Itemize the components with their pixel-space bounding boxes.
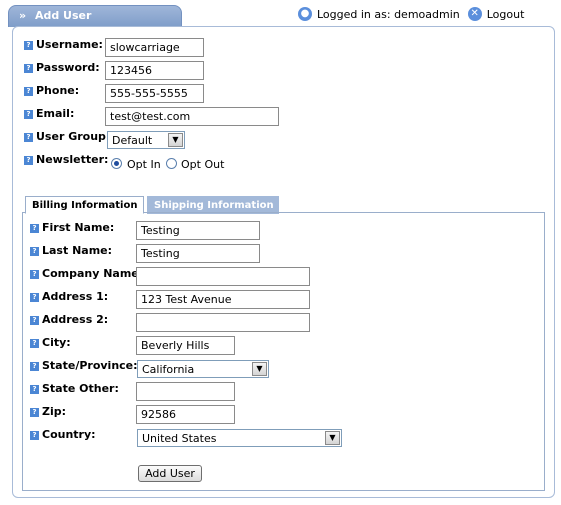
city-field[interactable]: Beverly Hills: [136, 336, 235, 355]
help-icon[interactable]: ?: [30, 316, 39, 325]
help-icon[interactable]: ?: [30, 224, 39, 233]
help-icon[interactable]: ?: [24, 156, 33, 165]
user-group-value: Default: [112, 134, 153, 147]
state-other-field[interactable]: [136, 382, 235, 401]
country-select[interactable]: United States ▼: [137, 429, 342, 447]
chevron-right-icon: »: [19, 9, 26, 22]
opt-in-label[interactable]: Opt In: [127, 158, 161, 171]
address2-field[interactable]: [136, 313, 310, 332]
newsletter-label: Newsletter:: [36, 153, 109, 166]
phone-field[interactable]: 555-555-5555: [105, 84, 204, 103]
help-icon[interactable]: ?: [24, 133, 33, 142]
help-icon[interactable]: ?: [24, 87, 33, 96]
help-icon[interactable]: ?: [30, 270, 39, 279]
help-icon[interactable]: ?: [30, 362, 39, 371]
help-icon[interactable]: ?: [30, 247, 39, 256]
help-icon[interactable]: ?: [24, 41, 33, 50]
logout-link[interactable]: Logout: [487, 8, 525, 21]
add-user-button[interactable]: Add User: [138, 465, 202, 482]
opt-out-radio[interactable]: [166, 158, 177, 169]
zip-label: Zip:: [42, 405, 67, 418]
company-name-field[interactable]: [136, 267, 310, 286]
close-icon[interactable]: ✕: [467, 7, 482, 21]
help-icon[interactable]: ?: [30, 431, 39, 440]
opt-out-label[interactable]: Opt Out: [181, 158, 224, 171]
state-other-label: State Other:: [42, 382, 119, 395]
password-label: Password:: [36, 61, 100, 74]
tab-billing[interactable]: Billing Information: [25, 196, 144, 214]
city-label: City:: [42, 336, 71, 349]
country-label: Country:: [42, 428, 96, 441]
password-field[interactable]: 123456: [105, 61, 204, 80]
help-icon[interactable]: ?: [30, 293, 39, 302]
user-group-label: User Group:: [36, 130, 111, 143]
help-icon[interactable]: ?: [30, 408, 39, 417]
opt-in-radio[interactable]: [111, 158, 122, 169]
first-name-field[interactable]: Testing: [136, 221, 260, 240]
state-select[interactable]: California ▼: [137, 360, 269, 378]
help-icon[interactable]: ?: [24, 110, 33, 119]
help-icon[interactable]: ?: [30, 385, 39, 394]
username-label: Username:: [36, 38, 103, 51]
country-value: United States: [142, 432, 217, 445]
user-group-select[interactable]: Default ▼: [107, 131, 185, 149]
username-field[interactable]: slowcarriage: [105, 38, 204, 57]
chevron-down-icon[interactable]: ▼: [252, 362, 267, 376]
address2-label: Address 2:: [42, 313, 109, 326]
state-value: California: [142, 363, 195, 376]
address1-field[interactable]: 123 Test Avenue: [136, 290, 310, 309]
last-name-field[interactable]: Testing: [136, 244, 260, 263]
user-icon: ●: [298, 7, 312, 21]
phone-label: Phone:: [36, 84, 80, 97]
user-status-bar: ● Logged in as: demoadmin ✕ Logout: [298, 6, 524, 22]
logged-in-text: Logged in as: demoadmin: [317, 7, 460, 21]
page-header-tab: » Add User: [8, 5, 182, 27]
company-name-label: Company Name:: [42, 267, 144, 280]
state-label: State/Province:: [42, 359, 138, 372]
page-title: Add User: [34, 9, 92, 22]
first-name-label: First Name:: [42, 221, 115, 234]
chevron-down-icon[interactable]: ▼: [168, 133, 183, 147]
address1-label: Address 1:: [42, 290, 109, 303]
help-icon[interactable]: ?: [30, 339, 39, 348]
email-label: Email:: [36, 107, 75, 120]
last-name-label: Last Name:: [42, 244, 113, 257]
chevron-down-icon[interactable]: ▼: [325, 431, 340, 445]
email-field[interactable]: test@test.com: [105, 107, 279, 126]
zip-field[interactable]: 92586: [136, 405, 235, 424]
help-icon[interactable]: ?: [24, 64, 33, 73]
